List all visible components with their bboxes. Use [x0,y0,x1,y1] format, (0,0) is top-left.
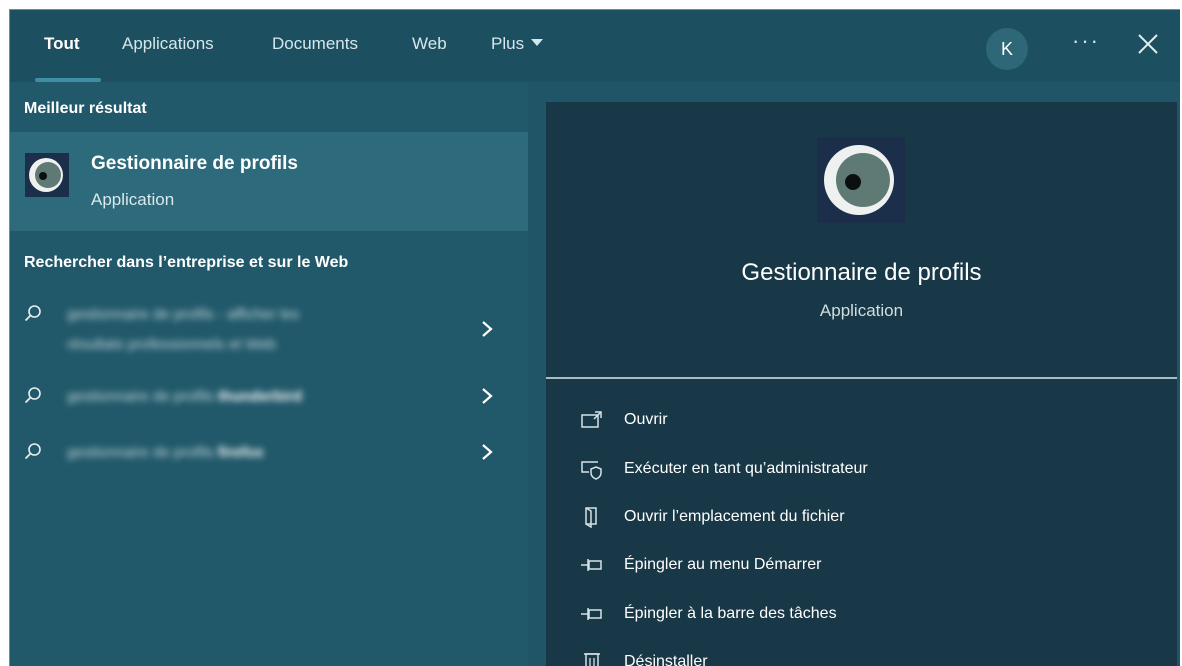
web-search-heading: Rechercher dans l’entreprise et sur le W… [24,254,349,271]
chevron-right-icon [482,321,493,337]
trash-icon [584,653,600,666]
action-label: Désinstaller [624,653,708,666]
tab-documents[interactable]: Documents [272,34,358,54]
suggestion-line2: résultats professionnels et Web [67,336,276,353]
tab-plus-label: Plus [491,34,525,53]
action-label: Ouvrir l’emplacement du fichier [624,508,845,525]
tab-applications[interactable]: Applications [122,34,214,54]
action-uninstall[interactable]: Désinstaller [580,649,1140,666]
suggestion-suffix: firefox [213,444,264,461]
pin-icon [581,559,602,571]
action-label: Épingler à la barre des tâches [624,605,837,622]
caret-down-icon [531,39,544,47]
action-pin-taskbar[interactable]: Épingler à la barre des tâches [580,601,1140,631]
action-run-as-admin[interactable]: Exécuter en tant qu’administrateur [580,456,1140,486]
web-search-suggestion[interactable]: gestionnaire de profils firefox [10,434,528,470]
action-label: Ouvrir [624,411,668,428]
tab-plus[interactable]: Plus [491,34,544,54]
blurred-suggestion-text: gestionnaire de profils - afficher les r… [67,300,427,360]
suggestion-suffix: thunderbird [213,388,303,405]
search-tab-bar: Tout Applications Documents Web Plus K ·… [10,10,1180,82]
close-icon[interactable] [1134,30,1162,58]
profile-manager-app-icon [817,137,905,223]
suggestion-suffix: - afficher les [213,306,300,323]
file-location-icon [585,507,597,528]
app-type: Application [819,301,904,320]
profile-manager-app-icon [25,153,69,197]
app-name: Gestionnaire de profils [741,259,982,286]
suggestion-query: gestionnaire de profils [67,444,214,461]
action-pin-start[interactable]: Épingler au menu Démarrer [580,552,1140,582]
search-icon [24,443,41,460]
best-match-name: Gestionnaire de profils [91,153,298,174]
shield-run-icon [581,461,602,480]
search-window: Tout Applications Documents Web Plus K ·… [9,9,1180,666]
action-open-file-location[interactable]: Ouvrir l’emplacement du fichier [580,504,1140,534]
best-match-result[interactable]: Gestionnaire de profils Application [10,132,528,231]
action-label: Exécuter en tant qu’administrateur [624,460,868,477]
action-open[interactable]: Ouvrir [580,407,1140,437]
web-search-suggestion[interactable]: gestionnaire de profils - afficher les r… [10,296,528,364]
more-options-button[interactable]: ··· [1072,28,1100,54]
account-avatar[interactable]: K [986,28,1028,70]
blurred-suggestion-text: gestionnaire de profils firefox [67,438,427,468]
search-icon [24,387,41,404]
best-match-heading: Meilleur résultat [24,100,147,117]
results-panel: Meilleur résultat Gestionnaire de profil… [10,82,528,666]
pin-icon [581,608,602,620]
chevron-right-icon [482,388,493,404]
tab-web[interactable]: Web [412,34,447,54]
web-search-suggestion[interactable]: gestionnaire de profils thunderbird [10,378,528,414]
best-match-type: Application [91,190,175,209]
blurred-suggestion-text: gestionnaire de profils thunderbird [67,382,427,412]
suggestion-query: gestionnaire de profils [67,306,214,323]
tab-tout[interactable]: Tout [44,34,80,54]
action-label: Épingler au menu Démarrer [624,556,822,573]
chevron-right-icon [482,444,493,460]
search-icon [24,305,41,322]
suggestion-query: gestionnaire de profils [67,388,214,405]
details-panel: Gestionnaire de profils Application Ouvr… [546,102,1177,666]
open-icon [581,411,602,428]
divider [546,377,1177,379]
